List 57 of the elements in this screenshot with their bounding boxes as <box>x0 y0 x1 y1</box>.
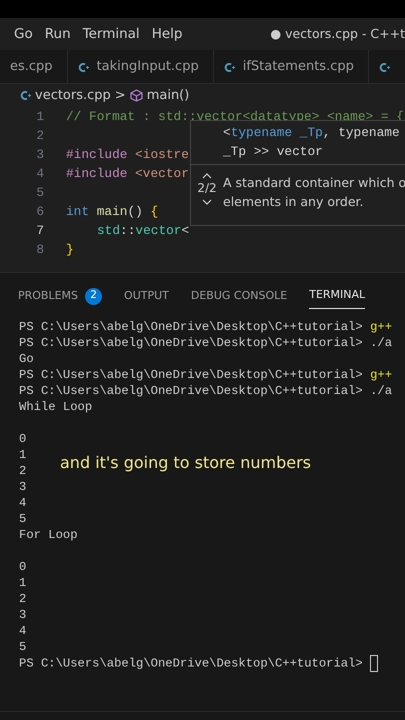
terminal-output: 4 <box>19 496 26 510</box>
code-line: } <box>66 241 74 259</box>
line-number: 1 <box>35 108 44 126</box>
terminal-line: PS C:\Users\abelg\OneDrive\Desktop\C++tutorial> ./a <box>19 384 392 398</box>
breadcrumb-file[interactable]: vectors.cpp <box>35 86 111 106</box>
terminal-output: 4 <box>19 624 26 638</box>
terminal-output: 3 <box>19 480 26 494</box>
breadcrumb-symbol[interactable]: main() <box>146 86 190 106</box>
terminal-output: 3 <box>19 608 26 622</box>
cube-icon <box>130 89 143 102</box>
terminal-line: PS C:\Users\abelg\OneDrive\Desktop\C++tutorial> <box>19 656 363 671</box>
terminal-output: 0 <box>19 432 26 446</box>
menu-item[interactable]: Go <box>8 24 39 44</box>
terminal-output: 5 <box>19 640 26 654</box>
panel-tab[interactable]: DEBUG CONSOLE <box>190 283 288 309</box>
signature-line: <typename _Tp, typename <box>223 124 401 142</box>
editor-tab[interactable]: takingInput.cpp <box>68 50 214 83</box>
code-line: #include <iostre <box>66 146 189 164</box>
menu-item[interactable]: Terminal <box>76 24 146 44</box>
breadcrumb-separator: > <box>114 86 126 105</box>
doc-text: elements in any order. <box>223 193 365 211</box>
chevron-up-icon[interactable] <box>202 172 212 179</box>
caption-text: and it's going to store numbers <box>60 452 311 474</box>
panel-tab[interactable]: PROBLEMS 2 <box>18 283 102 309</box>
line-number: 8 <box>35 241 44 259</box>
terminal-output: While Loop <box>19 400 92 414</box>
terminal-output: For Loop <box>19 528 78 542</box>
menu-item[interactable]: Help <box>146 24 188 44</box>
editor-tab[interactable]: ifStatements.cpp <box>214 50 369 83</box>
terminal-output: 5 <box>19 512 26 526</box>
terminal-line: PS C:\Users\abelg\OneDrive\Desktop\C++tutorial> g++ <box>19 320 392 334</box>
overload-counter: 2/2 <box>196 182 218 195</box>
line-number: 7 <box>35 222 44 240</box>
terminal-output: 2 <box>19 592 26 606</box>
menu-item[interactable]: Run <box>38 24 77 44</box>
panel-tab[interactable]: OUTPUT <box>124 283 169 309</box>
terminal-line: PS C:\Users\abelg\OneDrive\Desktop\C++tutorial> g++ <box>19 368 392 382</box>
terminal-output: 1 <box>19 576 26 590</box>
code-line: int main() { <box>66 203 158 221</box>
panel-tab[interactable]: TERMINAL <box>309 283 366 309</box>
code-line: #include <vector <box>66 165 189 183</box>
terminal-output: 0 <box>19 560 26 574</box>
terminal-output: 2 <box>19 464 26 478</box>
line-number: 6 <box>35 203 44 221</box>
signature-line: _Tp >> vector <box>223 143 324 161</box>
terminal-line: PS C:\Users\abelg\OneDrive\Desktop\C++tutorial> ./a <box>19 336 392 350</box>
code-line: std::vector< <box>97 222 190 240</box>
line-number: 5 <box>35 184 44 202</box>
terminal-output: 1 <box>19 448 26 462</box>
line-number: 4 <box>35 165 44 183</box>
window-title: ● vectors.cpp - C++t <box>270 24 405 43</box>
terminal-output: Go <box>19 352 34 366</box>
count-badge: 2 <box>85 288 102 304</box>
chevron-down-icon[interactable] <box>202 198 212 205</box>
cpp-file-icon <box>20 90 31 101</box>
line-number: 2 <box>35 127 44 145</box>
line-number: 3 <box>35 146 44 164</box>
